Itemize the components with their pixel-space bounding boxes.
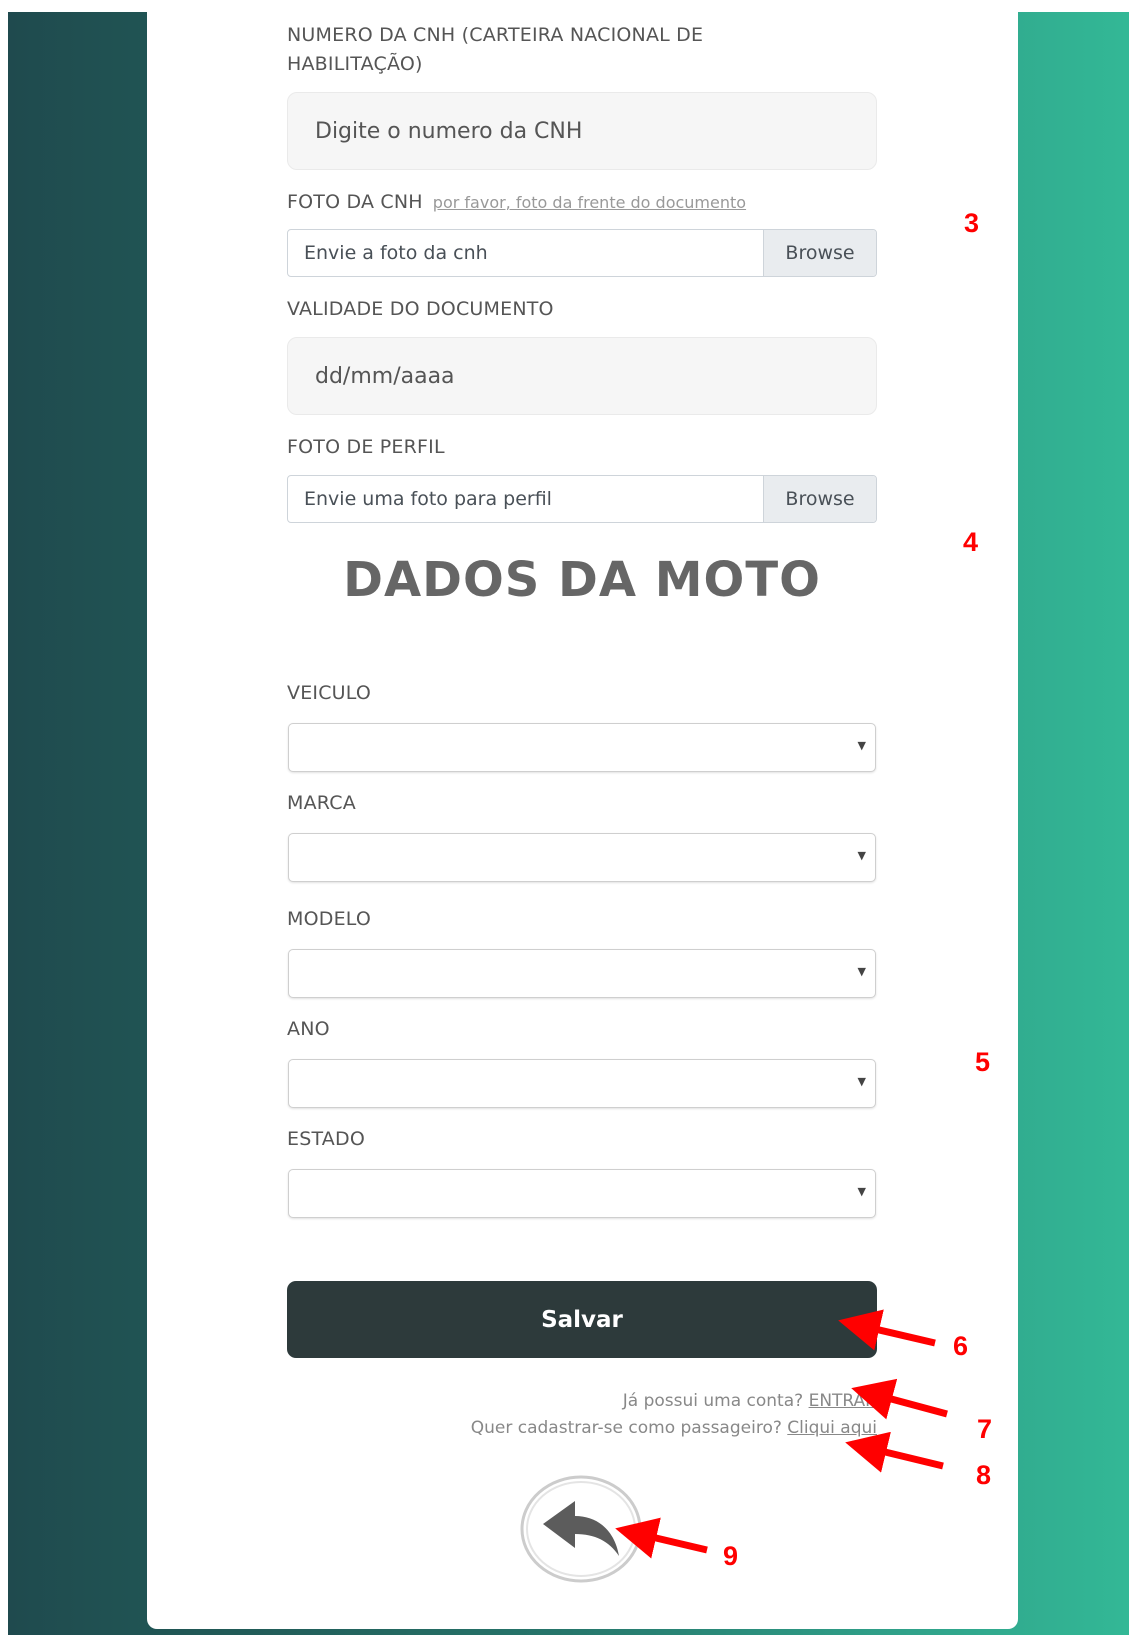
arrow-8 — [845, 1431, 944, 1473]
annotation-8: 8 — [976, 1460, 992, 1490]
annotation-5: 5 — [975, 1047, 991, 1077]
annotation-7: 7 — [977, 1414, 993, 1444]
arrow-9 — [615, 1517, 708, 1559]
arrow-7 — [851, 1378, 948, 1420]
annotation-6: 6 — [953, 1331, 969, 1361]
annotation-9: 9 — [723, 1541, 739, 1571]
annotation-4: 4 — [963, 527, 979, 557]
annotation-arrows — [615, 1309, 948, 1559]
arrow-6 — [838, 1309, 936, 1351]
annotation-3: 3 — [964, 208, 980, 238]
